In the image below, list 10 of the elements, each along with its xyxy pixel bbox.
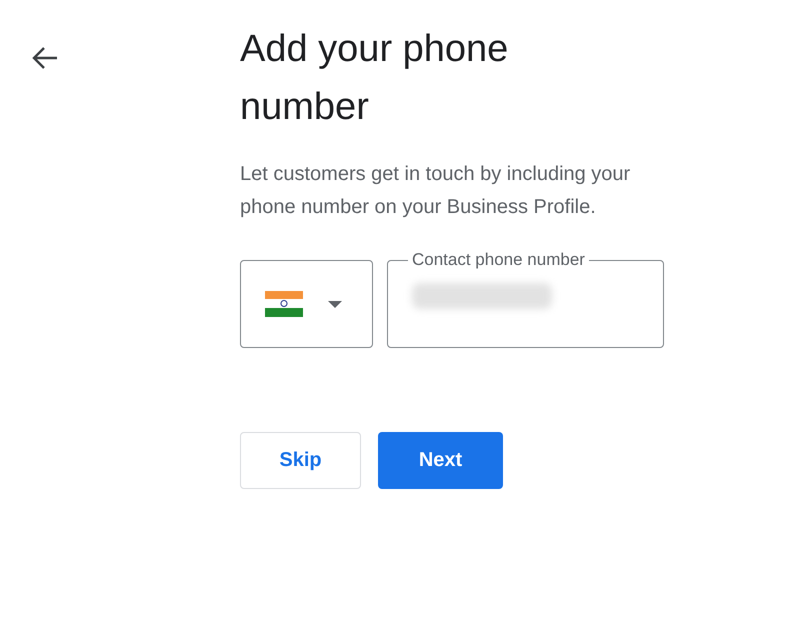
next-button[interactable]: Next: [378, 432, 503, 489]
back-arrow-icon[interactable]: [30, 46, 58, 70]
description: Let customers get in touch by including your phone number on your Business Profile.: [240, 162, 632, 220]
skip-button[interactable]: Skip: [240, 432, 361, 489]
country-select[interactable]: [240, 260, 373, 348]
phone-number-field[interactable]: Contact phone number: [387, 251, 664, 348]
dropdown-caret-icon: [328, 300, 342, 308]
field-label: Contact phone number: [411, 251, 586, 269]
page-title: Add your phone number: [240, 27, 510, 130]
flag-icon: [265, 291, 303, 317]
